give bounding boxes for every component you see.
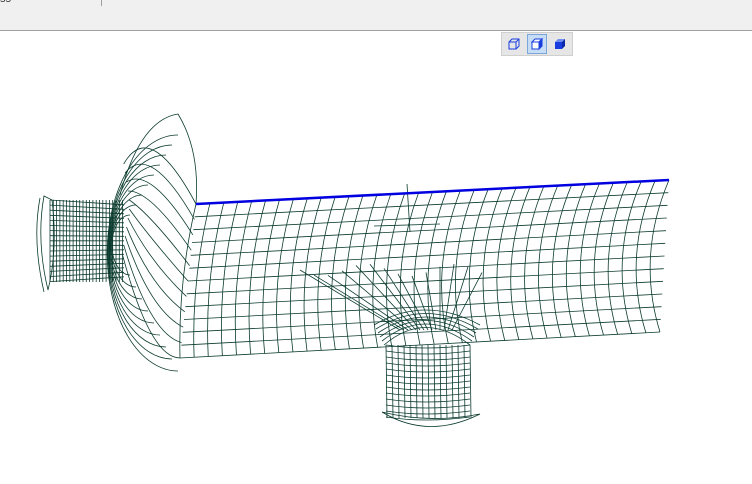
shaded-view-button[interactable]	[549, 34, 570, 54]
mesh-canvas[interactable]	[0, 0, 752, 484]
highlighted-edge[interactable]	[195, 178, 670, 206]
pipe-mesh	[36, 113, 670, 427]
wireframe-view-button[interactable]	[504, 34, 525, 54]
view-mode-toolbar	[501, 32, 573, 56]
shaded-cube-icon	[554, 39, 565, 49]
wireframe-cube-icon	[508, 38, 520, 50]
hidden-line-cube-icon	[530, 37, 544, 51]
hidden-line-view-button[interactable]	[526, 34, 548, 54]
